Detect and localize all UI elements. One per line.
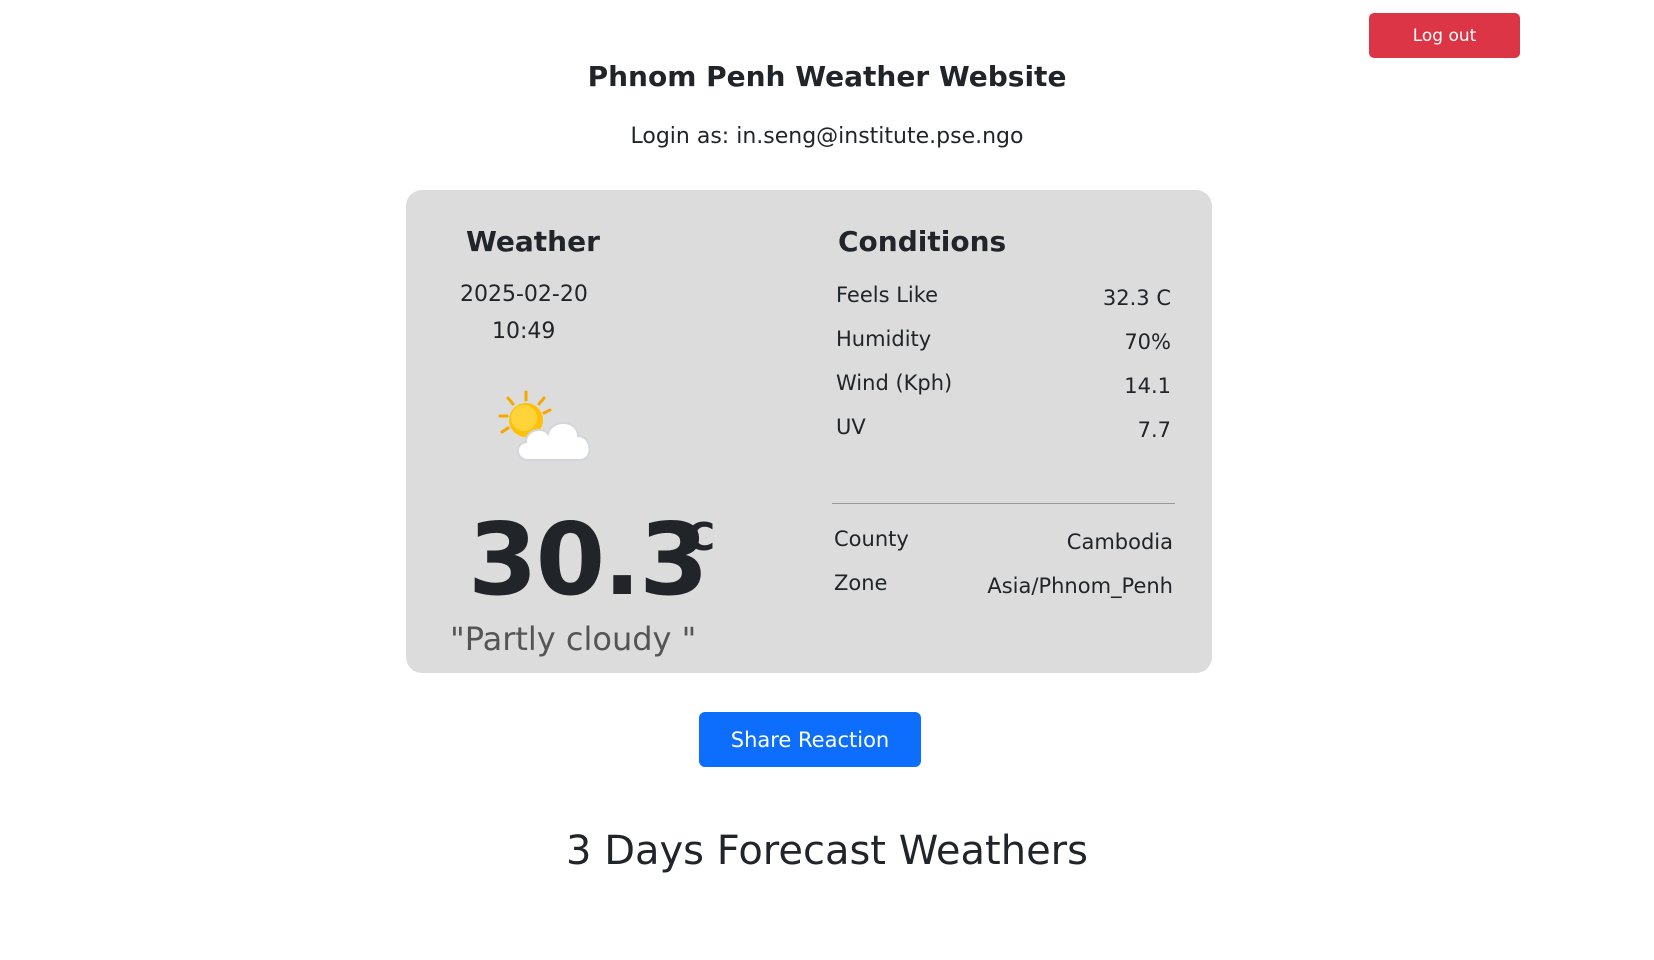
zone-value: Asia/Phnom_Penh [987, 574, 1173, 598]
forecast-heading: 3 Days Forecast Weathers [566, 828, 1088, 874]
weather-card: Weather 2025-02-20 10:49 30.3 °C "Partly… [406, 190, 1212, 673]
weather-time: 10:49 [492, 319, 556, 344]
partly-cloudy-icon [494, 388, 602, 468]
conditions-heading: Conditions [838, 225, 1007, 258]
country-label: County [834, 527, 909, 551]
wind-value: 14.1 [1124, 374, 1171, 398]
temperature-unit: °C [668, 515, 715, 559]
share-reaction-button[interactable]: Share Reaction [699, 712, 921, 767]
feels-like-value: 32.3 C [1102, 286, 1171, 310]
country-value: Cambodia [1066, 530, 1173, 554]
uv-value: 7.7 [1137, 418, 1171, 442]
uv-label: UV [836, 415, 866, 439]
logout-button[interactable]: Log out [1369, 13, 1520, 58]
humidity-value: 70% [1124, 330, 1171, 354]
humidity-label: Humidity [836, 327, 932, 351]
feels-like-label: Feels Like [836, 283, 939, 307]
zone-label: Zone [834, 571, 888, 595]
conditions-divider [832, 503, 1175, 504]
temperature-display: 30.3 °C [468, 510, 715, 610]
page: Log out Phnom Penh Weather Website Login… [0, 0, 1654, 960]
weather-date: 2025-02-20 [460, 282, 588, 307]
site-title: Phnom Penh Weather Website [587, 60, 1067, 93]
condition-description: "Partly cloudy " [450, 620, 697, 658]
weather-heading: Weather [466, 225, 600, 258]
wind-label: Wind (Kph) [836, 371, 953, 395]
login-status: Login as: in.seng@institute.pse.ngo [630, 124, 1024, 149]
